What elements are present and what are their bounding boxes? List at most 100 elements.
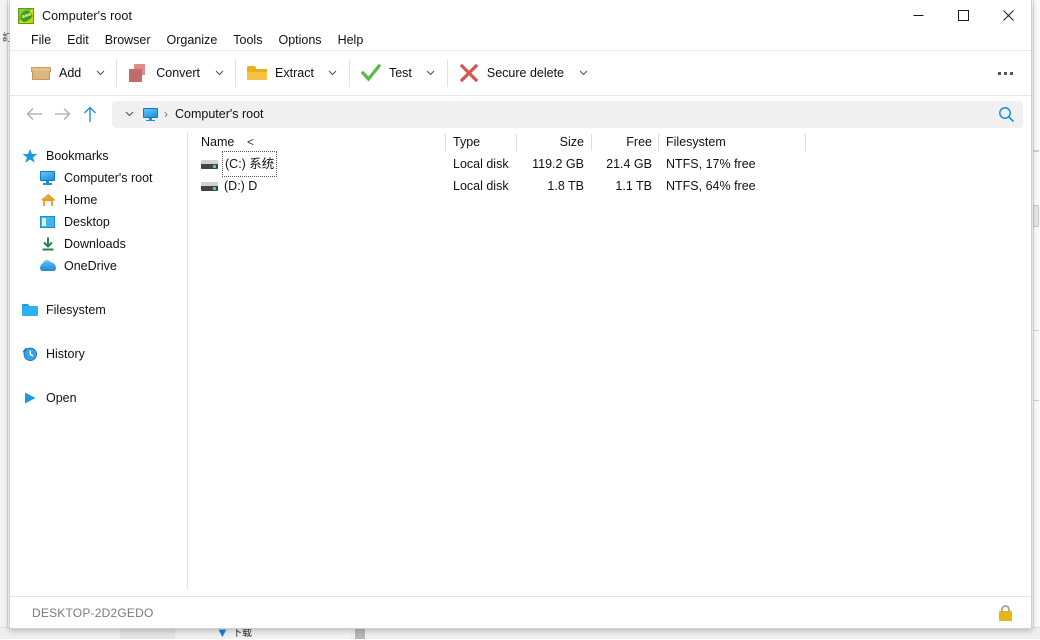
up-arrow-icon — [83, 106, 97, 123]
up-button[interactable] — [76, 100, 104, 128]
minimize-button[interactable] — [896, 0, 941, 31]
sidebar-item-label: OneDrive — [64, 259, 117, 273]
close-icon — [1003, 10, 1014, 21]
cell-name[interactable]: (C:) 系统 — [201, 153, 446, 175]
add-button[interactable]: Add — [24, 56, 88, 90]
sidebar-item-history[interactable]: History — [10, 343, 188, 365]
column-header-free[interactable]: Free — [592, 132, 659, 153]
toolbar-group-test: Test — [354, 56, 443, 90]
statusbar: DESKTOP-2D2GEDO — [10, 596, 1031, 628]
peazip-window: Computer's root File Edit Br — [9, 0, 1032, 629]
extract-dropdown-button[interactable] — [321, 56, 345, 90]
sidebar: Bookmarks Computer's root Home — [10, 132, 188, 596]
toolbar-group-add: Add — [24, 56, 112, 90]
add-dropdown-button[interactable] — [88, 56, 112, 90]
convert-button-label: Convert — [156, 66, 200, 80]
sidebar-item-desktop[interactable]: Desktop — [10, 211, 188, 233]
search-button[interactable] — [989, 101, 1023, 128]
path-history-button[interactable] — [118, 103, 140, 126]
column-header-label: Type — [453, 132, 480, 153]
hard-drive-icon — [201, 180, 218, 193]
menu-options[interactable]: Options — [270, 31, 329, 50]
forward-arrow-icon — [54, 107, 71, 121]
extract-folder-icon — [246, 62, 268, 84]
back-button[interactable] — [20, 100, 48, 128]
convert-dropdown-button[interactable] — [207, 56, 231, 90]
chevron-down-icon — [125, 111, 134, 117]
extract-button[interactable]: Extract — [240, 56, 321, 90]
toolbar-group-convert: Convert — [121, 56, 231, 90]
sidebar-item-onedrive[interactable]: OneDrive — [10, 255, 188, 277]
forward-button[interactable] — [48, 100, 76, 128]
chevron-down-icon — [328, 70, 337, 76]
column-header-filesystem[interactable]: Filesystem — [659, 132, 806, 153]
cell-name[interactable]: (D:) D — [201, 175, 446, 197]
toolbar-separator — [349, 59, 350, 87]
maximize-button[interactable] — [941, 0, 986, 31]
menu-edit[interactable]: Edit — [59, 31, 97, 50]
chevron-down-icon — [96, 70, 105, 76]
menu-file[interactable]: File — [23, 31, 59, 50]
background-right-mark — [1033, 205, 1039, 227]
breadcrumb-path[interactable]: Computer's root — [175, 107, 264, 121]
close-button[interactable] — [986, 0, 1031, 31]
secure-delete-dropdown-button[interactable] — [571, 56, 595, 90]
peazip-icon — [18, 8, 34, 24]
test-button[interactable]: Test — [354, 56, 419, 90]
cell-filesystem: NTFS, 64% free — [666, 175, 813, 197]
menu-tools[interactable]: Tools — [225, 31, 270, 50]
secure-delete-button[interactable]: Secure delete — [452, 56, 571, 90]
sidebar-spacer — [10, 365, 188, 387]
column-header-label: Filesystem — [666, 132, 726, 153]
file-name-label: (C:) 系统 — [224, 153, 275, 175]
table-row[interactable]: (C:) 系统 Local disk 119.2 GB 21.4 GB NTFS… — [188, 153, 1031, 175]
background-right-mark — [1033, 330, 1039, 331]
titlebar: Computer's root — [10, 0, 1031, 31]
chevron-down-icon — [579, 70, 588, 76]
overflow-menu-button[interactable] — [991, 51, 1019, 96]
file-name-label: (D:) D — [224, 175, 257, 197]
folder-icon — [22, 302, 38, 318]
sidebar-spacer — [10, 321, 188, 343]
menu-organize[interactable]: Organize — [159, 31, 226, 50]
path-field[interactable]: › Computer's root — [112, 101, 1023, 128]
menu-help[interactable]: Help — [330, 31, 372, 50]
test-dropdown-button[interactable] — [419, 56, 443, 90]
main-body: Bookmarks Computer's root Home — [10, 132, 1031, 596]
test-check-icon — [360, 62, 382, 84]
extract-button-label: Extract — [275, 66, 314, 80]
sidebar-item-filesystem[interactable]: Filesystem — [10, 299, 188, 321]
sidebar-item-computers-root[interactable]: Computer's root — [10, 167, 188, 189]
column-header-name[interactable]: Name < — [201, 132, 446, 153]
column-header-label: Free — [626, 132, 652, 153]
toolbar-separator — [235, 59, 236, 87]
sidebar-item-bookmarks[interactable]: Bookmarks — [10, 145, 188, 167]
background-right-sliver — [1033, 0, 1040, 639]
back-arrow-icon — [26, 107, 43, 121]
download-icon — [40, 236, 56, 252]
toolbar-separator — [116, 59, 117, 87]
sort-indicator: < — [247, 132, 254, 153]
cell-size: 119.2 GB — [517, 153, 584, 175]
unlocked-padlock-icon[interactable] — [999, 605, 1013, 621]
table-row[interactable]: (D:) D Local disk 1.8 TB 1.1 TB NTFS, 64… — [188, 175, 1031, 197]
sidebar-item-label: Computer's root — [64, 171, 153, 185]
cell-free: 1.1 TB — [592, 175, 652, 197]
menu-browser[interactable]: Browser — [97, 31, 159, 50]
column-header-size[interactable]: Size — [517, 132, 592, 153]
sidebar-item-label: Desktop — [64, 215, 110, 229]
column-header-type[interactable]: Type — [446, 132, 517, 153]
sidebar-spacer — [10, 277, 188, 299]
computer-monitor-icon[interactable] — [140, 103, 160, 126]
cell-type: Local disk — [453, 175, 524, 197]
toolbar-separator — [447, 59, 448, 87]
minimize-icon — [913, 10, 924, 21]
secure-delete-x-icon — [458, 62, 480, 84]
chevron-down-icon — [426, 70, 435, 76]
sidebar-item-downloads[interactable]: Downloads — [10, 233, 188, 255]
addressbar: › Computer's root — [10, 96, 1031, 132]
sidebar-item-open[interactable]: Open — [10, 387, 188, 409]
test-button-label: Test — [389, 66, 412, 80]
sidebar-item-home[interactable]: Home — [10, 189, 188, 211]
convert-button[interactable]: Convert — [121, 56, 207, 90]
